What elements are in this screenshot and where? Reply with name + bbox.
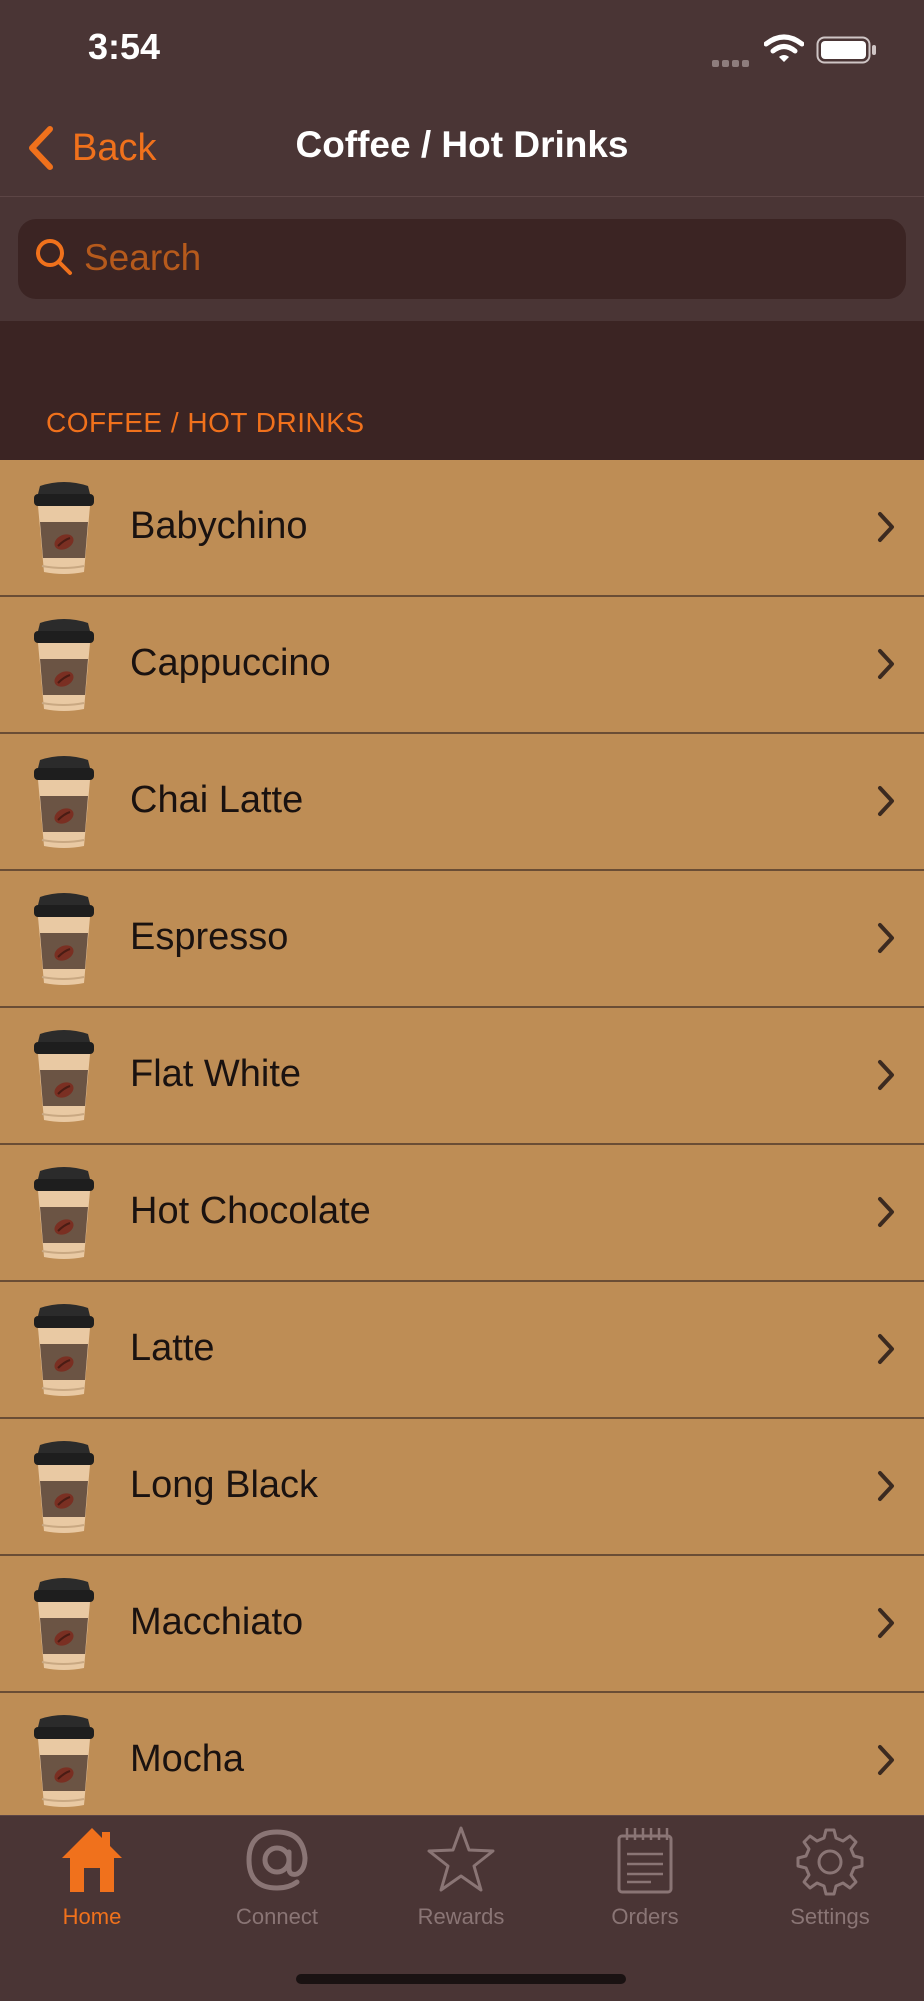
tab-settings[interactable]: Settings — [738, 1824, 922, 1934]
coffee-cup-icon — [28, 1576, 100, 1672]
status-bar: 3:54 — [0, 0, 924, 100]
chevron-right-icon — [878, 1471, 894, 1501]
tab-label: Orders — [611, 1904, 679, 1929]
gear-icon — [796, 1828, 864, 1896]
coffee-cup-icon — [28, 480, 100, 576]
tab-label: Connect — [236, 1904, 318, 1929]
chevron-right-icon — [878, 923, 894, 953]
coffee-cup-icon — [28, 754, 100, 850]
coffee-cup-icon — [28, 1713, 100, 1809]
status-time: 3:54 — [88, 26, 161, 67]
list-item-babychino[interactable]: Babychino — [0, 460, 924, 597]
chevron-right-icon — [878, 1608, 894, 1638]
item-label: Babychino — [130, 505, 308, 547]
wifi-icon — [764, 34, 804, 62]
chevron-right-icon — [878, 786, 894, 816]
list-item-espresso[interactable]: Espresso — [0, 871, 924, 1008]
tab-rewards[interactable]: Rewards — [369, 1824, 553, 1934]
search-area: Search — [0, 197, 924, 321]
section-header: COFFEE / HOT DRINKS — [0, 321, 924, 460]
section-title: COFFEE / HOT DRINKS — [46, 407, 365, 438]
item-label: Latte — [130, 1327, 215, 1369]
signal-icon — [712, 54, 752, 72]
coffee-cup-icon — [28, 617, 100, 713]
list-item-hot-chocolate[interactable]: Hot Chocolate — [0, 1145, 924, 1282]
tab-connect[interactable]: Connect — [185, 1824, 369, 1934]
chevron-right-icon — [878, 1197, 894, 1227]
star-icon — [427, 1826, 495, 1892]
menu-list: Babychino Cappuccino Chai Latte Espresso… — [0, 460, 924, 1830]
search-icon — [36, 239, 72, 275]
notepad-icon — [617, 1828, 673, 1894]
chevron-right-icon — [878, 1060, 894, 1090]
item-label: Espresso — [130, 916, 289, 958]
tab-orders[interactable]: Orders — [553, 1824, 737, 1934]
coffee-cup-icon — [28, 1302, 100, 1398]
item-label: Hot Chocolate — [130, 1190, 371, 1232]
list-item-cappuccino[interactable]: Cappuccino — [0, 597, 924, 734]
chevron-right-icon — [878, 649, 894, 679]
tab-home[interactable]: Home — [0, 1824, 184, 1934]
tab-label: Settings — [790, 1904, 870, 1929]
navigation-bar: Back Coffee / Hot Drinks — [0, 100, 924, 197]
chevron-right-icon — [878, 1334, 894, 1364]
list-item-mocha[interactable]: Mocha — [0, 1693, 924, 1830]
item-label: Chai Latte — [130, 779, 304, 821]
coffee-cup-icon — [28, 1165, 100, 1261]
chevron-right-icon — [878, 512, 894, 542]
item-label: Cappuccino — [130, 642, 331, 684]
search-placeholder: Search — [84, 237, 202, 278]
page-title: Coffee / Hot Drinks — [295, 124, 629, 165]
at-icon — [246, 1829, 308, 1891]
item-label: Flat White — [130, 1053, 302, 1095]
item-label: Long Black — [130, 1464, 319, 1506]
coffee-cup-icon — [28, 1028, 100, 1124]
item-label: Mocha — [130, 1738, 245, 1780]
search-input[interactable]: Search — [18, 219, 906, 299]
list-item-flat-white[interactable]: Flat White — [0, 1008, 924, 1145]
coffee-cup-icon — [28, 891, 100, 987]
item-label: Macchiato — [130, 1601, 304, 1643]
tab-label: Home — [62, 1904, 122, 1929]
tab-label: Rewards — [417, 1904, 505, 1929]
list-item-macchiato[interactable]: Macchiato — [0, 1556, 924, 1693]
home-icon — [62, 1828, 122, 1892]
list-item-long-black[interactable]: Long Black — [0, 1419, 924, 1556]
battery-icon — [816, 36, 876, 64]
chevron-right-icon — [878, 1745, 894, 1775]
list-item-latte[interactable]: Latte — [0, 1282, 924, 1419]
list-item-chai-latte[interactable]: Chai Latte — [0, 734, 924, 871]
coffee-cup-icon — [28, 1439, 100, 1535]
home-indicator — [296, 1974, 626, 1984]
